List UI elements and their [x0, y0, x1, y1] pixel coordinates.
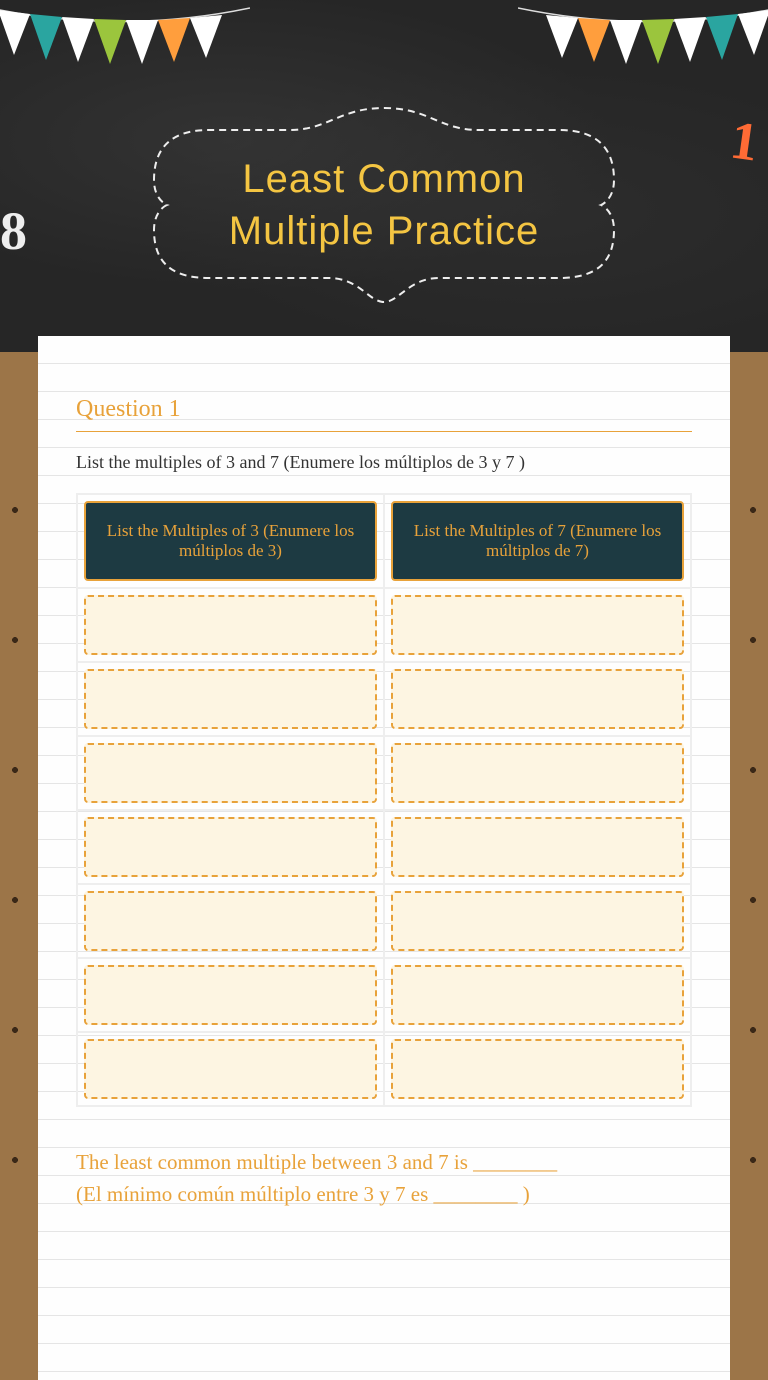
input-cell[interactable]	[84, 669, 377, 729]
decoration-number-8: 8	[0, 200, 27, 262]
input-cell[interactable]	[391, 1039, 684, 1099]
input-cell[interactable]	[84, 1039, 377, 1099]
answer-line-es: (El mínimo común múltiplo entre 3 y 7 es…	[76, 1179, 692, 1211]
input-cell[interactable]	[84, 965, 377, 1025]
input-cell[interactable]	[84, 817, 377, 877]
input-cell[interactable]	[84, 743, 377, 803]
column-header-3: List the Multiples of 3 (Enumere los múl…	[84, 501, 377, 581]
worksheet-paper: Question 1 List the multiples of 3 and 7…	[38, 336, 730, 1380]
chalkboard-header: 8 1 Least Common Multiple Practice	[0, 0, 768, 352]
question-label: Question 1	[76, 396, 692, 432]
bunting-left-icon	[0, 0, 250, 90]
answer-line-en: The least common multiple between 3 and …	[76, 1147, 692, 1179]
input-cell[interactable]	[84, 595, 377, 655]
multiples-table: List the Multiples of 3 (Enumere los múl…	[76, 493, 692, 1107]
input-cell[interactable]	[391, 743, 684, 803]
input-cell[interactable]	[391, 595, 684, 655]
column-header-7: List the Multiples of 7 (Enumere los múl…	[391, 501, 684, 581]
input-cell[interactable]	[391, 817, 684, 877]
title-frame: Least Common Multiple Practice	[139, 100, 629, 310]
input-cell[interactable]	[391, 891, 684, 951]
bunting-right-icon	[518, 0, 768, 90]
question-prompt: List the multiples of 3 and 7 (Enumere l…	[76, 452, 692, 473]
input-cell[interactable]	[391, 669, 684, 729]
page-title: Least Common Multiple Practice	[139, 100, 629, 310]
decoration-number-1: 1	[727, 108, 762, 173]
input-cell[interactable]	[84, 891, 377, 951]
answer-prompt: The least common multiple between 3 and …	[76, 1147, 692, 1210]
input-cell[interactable]	[391, 965, 684, 1025]
